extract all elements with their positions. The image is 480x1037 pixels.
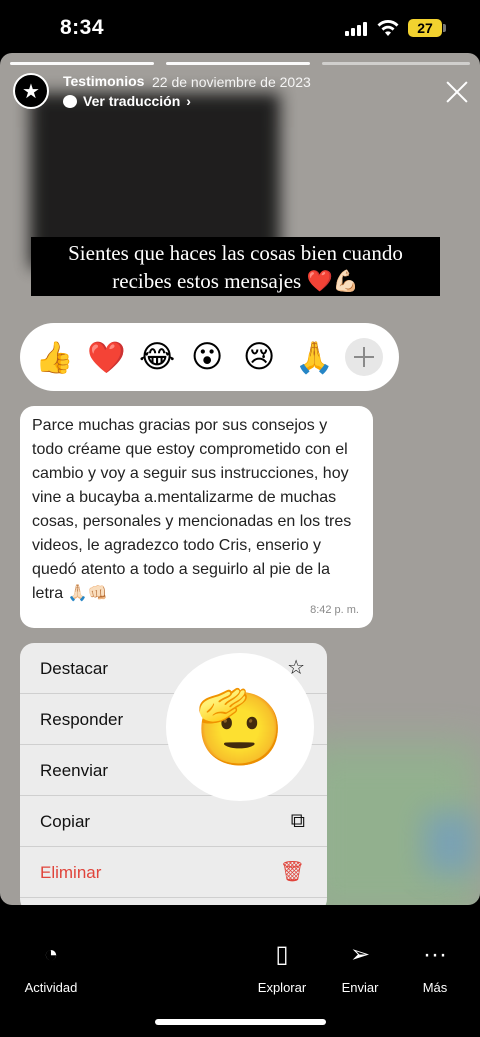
menu-item-label: Copiar xyxy=(40,812,91,831)
message-bubble[interactable]: Parce muchas gracias por sus consejos y … xyxy=(20,406,373,628)
menu-item-label: Eliminar xyxy=(40,863,102,882)
story-date: 22 de noviembre de 2023 xyxy=(152,74,311,90)
send-icon: ➢ xyxy=(349,941,371,968)
saluting-face-icon: 🫡 xyxy=(195,687,285,768)
menu-item-eliminar[interactable]: Eliminar 🗑 xyxy=(20,847,327,898)
story-caption: Sientes que haces las cosas bien cuando … xyxy=(31,237,440,296)
battery-icon: 27 xyxy=(408,19,442,37)
nav-label: Enviar xyxy=(341,980,379,995)
chevron-right-icon: › xyxy=(186,93,191,109)
surprised-icon[interactable]: 😮 xyxy=(191,339,243,375)
speech-bubble-icon xyxy=(63,94,77,108)
explore-icon: ▯ xyxy=(275,941,289,968)
status-bar: 8:34 27 xyxy=(0,0,480,54)
praying-hands-icon[interactable]: 🙏 xyxy=(295,339,347,376)
menu-item-label: Destacar xyxy=(40,659,109,678)
menu-item-copiar[interactable]: Copiar ⧉ xyxy=(20,796,327,847)
cellular-signal-icon xyxy=(345,22,371,36)
nav-more[interactable]: ··· Más xyxy=(395,940,475,995)
account-name[interactable]: Testimonios xyxy=(63,73,144,89)
caption-line: recibes estos mensajes ❤️💪🏻 xyxy=(112,269,359,293)
nav-label: Más xyxy=(422,980,448,995)
nav-explore[interactable]: ▯ Explorar xyxy=(242,940,322,995)
wifi-icon xyxy=(377,20,399,36)
avatar[interactable]: ★ xyxy=(13,73,49,109)
star-icon: ★ xyxy=(22,80,40,103)
battery-tip xyxy=(443,24,446,32)
copy-icon: ⧉ xyxy=(290,810,305,832)
nav-label: Actividad xyxy=(24,980,78,995)
add-reaction-icon[interactable] xyxy=(345,338,383,376)
crying-icon[interactable]: 😢 xyxy=(243,339,295,375)
message-text: Parce muchas gracias por sus consejos y … xyxy=(32,417,352,602)
story-progress-segment xyxy=(166,62,310,65)
story-progress-segment xyxy=(322,62,470,65)
close-icon[interactable] xyxy=(444,79,470,105)
message-time: 8:42 p. m. xyxy=(310,604,359,616)
blurred-background-accent xyxy=(425,813,475,873)
translate-label: Ver traducción xyxy=(83,93,181,109)
reaction-bar: 👍 ❤️ 😂 😮 😢 🙏 xyxy=(20,323,399,391)
menu-item-label: Responder xyxy=(40,710,124,729)
nav-label: Explorar xyxy=(257,980,307,995)
story-viewer[interactable]: ★ Testimonios 22 de noviembre de 2023 Ve… xyxy=(0,53,480,905)
home-indicator[interactable] xyxy=(155,1019,326,1025)
story-progress-segment xyxy=(10,62,154,65)
menu-item-label: Reenviar xyxy=(40,761,109,780)
more-icon: ··· xyxy=(423,941,447,968)
nav-send[interactable]: ➢ Enviar xyxy=(320,940,400,995)
laughing-icon[interactable]: 😂 xyxy=(139,339,191,375)
saluting-face-sticker: 🫡 xyxy=(166,653,314,801)
activity-icon: ◔ xyxy=(43,941,59,968)
status-time: 8:34 xyxy=(60,16,105,39)
thumbs-up-icon[interactable]: 👍 xyxy=(35,339,87,376)
translate-link[interactable]: Ver traducción › xyxy=(63,93,191,109)
caption-line: Sientes que haces las cosas bien cuando xyxy=(68,241,403,265)
trash-icon: 🗑 xyxy=(279,861,305,883)
bottom-nav: ◔ Actividad ▯ Explorar ➢ Enviar ··· Más xyxy=(0,905,480,1037)
heart-icon[interactable]: ❤️ xyxy=(87,339,139,376)
nav-activity[interactable]: ◔ Actividad xyxy=(11,940,91,995)
